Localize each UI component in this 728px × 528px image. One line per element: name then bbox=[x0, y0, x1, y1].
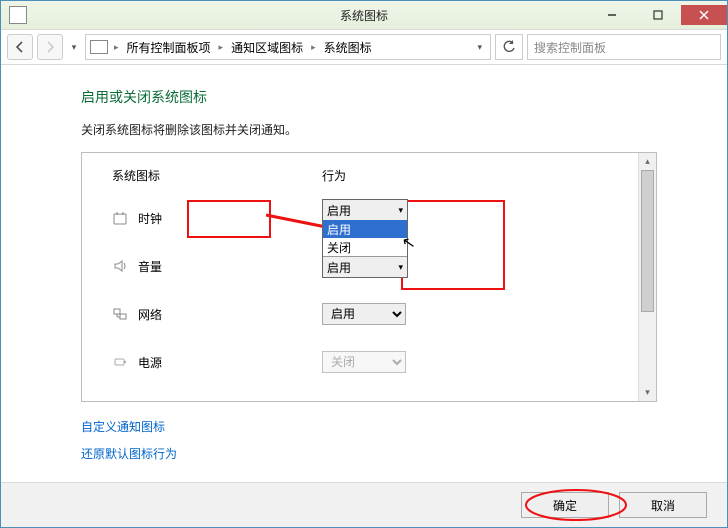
row-network-combo[interactable]: 启用 bbox=[322, 303, 406, 325]
column-header-icon: 系统图标 bbox=[112, 167, 322, 184]
link-restore-defaults[interactable]: 还原默认图标行为 bbox=[81, 445, 657, 462]
address-bar[interactable]: ▸ 所有控制面板项 ▸ 通知区域图标 ▸ 系统图标 ▾ bbox=[85, 34, 491, 60]
column-headers: 系统图标 行为 bbox=[82, 153, 639, 194]
row-network-label: 网络 bbox=[138, 306, 322, 323]
row-power: 电源 关闭 bbox=[82, 338, 639, 386]
row-network: 网络 启用 bbox=[82, 290, 639, 338]
refresh-icon bbox=[502, 40, 516, 54]
network-icon bbox=[112, 306, 128, 322]
scroll-thumb[interactable] bbox=[641, 170, 654, 312]
icons-listbox: 系统图标 行为 时钟 音量 bbox=[81, 152, 657, 402]
history-dropdown[interactable]: ▾ bbox=[67, 35, 81, 59]
search-placeholder: 搜索控制面板 bbox=[534, 39, 606, 56]
links: 自定义通知图标 还原默认图标行为 bbox=[81, 418, 657, 462]
back-icon bbox=[14, 41, 26, 53]
dropdown-selected[interactable]: 启用 ▾ bbox=[323, 200, 407, 220]
scrollbar[interactable]: ▴ ▾ bbox=[638, 153, 656, 401]
scroll-up-icon[interactable]: ▴ bbox=[639, 153, 656, 170]
dropdown-option-disable[interactable]: 关闭 bbox=[323, 238, 407, 256]
row-clock-label: 时钟 bbox=[138, 210, 322, 227]
volume-icon bbox=[112, 258, 128, 274]
forward-icon bbox=[44, 41, 56, 53]
chevron-right-icon: ▸ bbox=[112, 42, 121, 53]
power-icon bbox=[112, 354, 128, 370]
back-button[interactable] bbox=[7, 34, 33, 60]
page-heading: 启用或关闭系统图标 bbox=[81, 87, 657, 107]
chevron-down-icon: ▾ bbox=[398, 262, 403, 273]
content: 启用或关闭系统图标 关闭系统图标将删除该图标并关闭通知。 系统图标 行为 时钟 bbox=[1, 65, 727, 483]
row-power-combo: 关闭 bbox=[322, 351, 406, 373]
chevron-right-icon: ▸ bbox=[217, 42, 226, 53]
row-action-center: 操作中心 bbox=[82, 386, 639, 401]
forward-button[interactable] bbox=[37, 34, 63, 60]
row-volume-label: 音量 bbox=[138, 258, 322, 275]
ok-button[interactable]: 确定 bbox=[521, 492, 609, 518]
breadcrumb-mid[interactable]: 通知区域图标 bbox=[229, 39, 305, 56]
chevron-right-icon: ▸ bbox=[309, 42, 318, 53]
clock-icon bbox=[112, 210, 128, 226]
footer: 确定 取消 bbox=[1, 482, 727, 527]
address-dropdown-icon[interactable]: ▾ bbox=[473, 42, 486, 53]
window-title: 系统图标 bbox=[1, 7, 727, 24]
column-header-behavior: 行为 bbox=[322, 167, 482, 184]
breadcrumb-root[interactable]: 所有控制面板项 bbox=[125, 39, 213, 56]
page-subtext: 关闭系统图标将删除该图标并关闭通知。 bbox=[81, 121, 657, 138]
cancel-button[interactable]: 取消 bbox=[619, 492, 707, 518]
clock-behavior-dropdown[interactable]: 启用 ▾ 启用 关闭 启用 ▾ bbox=[322, 199, 408, 278]
scroll-track[interactable] bbox=[639, 170, 656, 384]
dropdown-below-combo[interactable]: 启用 ▾ bbox=[323, 256, 407, 277]
row-power-label: 电源 bbox=[138, 354, 322, 371]
control-panel-icon bbox=[90, 40, 108, 54]
search-input[interactable]: 搜索控制面板 bbox=[527, 34, 721, 60]
scroll-down-icon[interactable]: ▾ bbox=[639, 384, 656, 401]
breadcrumb-leaf[interactable]: 系统图标 bbox=[322, 39, 374, 56]
window: 系统图标 ▾ ▸ 所有控制面板项 ▸ 通知区域图标 ▸ bbox=[0, 0, 728, 528]
link-customize-icons[interactable]: 自定义通知图标 bbox=[81, 418, 657, 435]
chevron-down-icon: ▾ bbox=[398, 205, 403, 216]
dropdown-option-enable[interactable]: 启用 bbox=[323, 220, 407, 238]
refresh-button[interactable] bbox=[495, 34, 523, 60]
titlebar: 系统图标 bbox=[1, 1, 727, 29]
navbar: ▾ ▸ 所有控制面板项 ▸ 通知区域图标 ▸ 系统图标 ▾ 搜索控制面板 bbox=[1, 29, 727, 65]
